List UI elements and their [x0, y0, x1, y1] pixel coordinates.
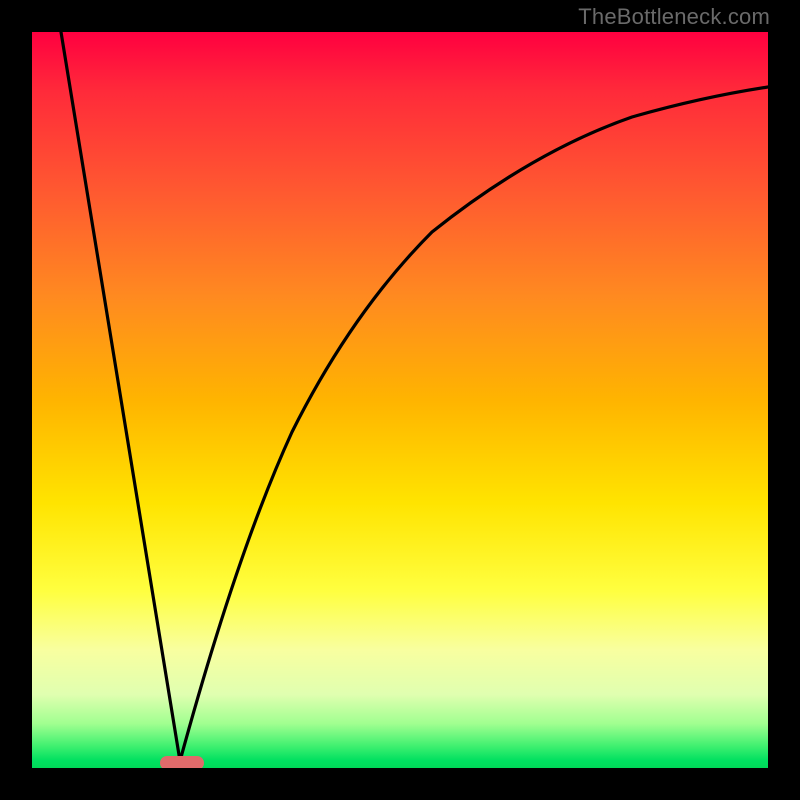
background-gradient: [32, 32, 768, 768]
chart-frame: TheBottleneck.com: [0, 0, 800, 800]
plot-area: [32, 32, 768, 768]
bottleneck-marker: [160, 756, 204, 768]
watermark-text: TheBottleneck.com: [578, 4, 770, 30]
